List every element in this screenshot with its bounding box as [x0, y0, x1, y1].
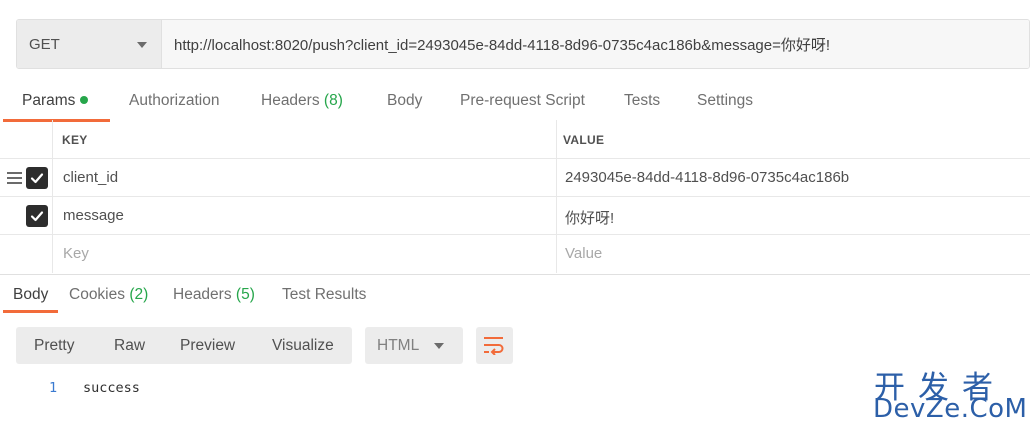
param-value[interactable]: 你好呀! [565, 207, 614, 228]
column-header-value: VALUE [563, 133, 605, 147]
param-checkbox[interactable] [26, 167, 48, 189]
table-row-new: Key Value [0, 235, 1030, 273]
column-divider [556, 159, 557, 196]
tab-response-body-label: Body [13, 286, 49, 303]
raw-button[interactable]: Raw [114, 337, 145, 355]
column-divider [52, 120, 53, 158]
tab-response-headers-count: (5) [235, 286, 255, 303]
tab-headers[interactable]: Headers (8) [261, 92, 343, 110]
tab-body[interactable]: Body [387, 92, 422, 110]
format-select[interactable]: HTML [365, 327, 463, 364]
wrap-button[interactable] [476, 327, 513, 364]
tab-body-label: Body [387, 92, 423, 109]
watermark-bottom: DevZe.CoM [873, 394, 1028, 424]
check-icon [30, 211, 44, 222]
column-divider [556, 235, 557, 273]
tab-params-label: Params [22, 92, 76, 109]
check-icon [30, 173, 44, 184]
column-divider [52, 235, 53, 273]
column-header-key: KEY [62, 133, 88, 147]
method-select[interactable]: GET [17, 20, 162, 68]
tab-test-results-label: Test Results [282, 286, 367, 303]
table-row: client_id 2493045e-84dd-4118-8d96-0735c4… [0, 159, 1030, 197]
line-text: success [83, 380, 140, 396]
preview-button[interactable]: Preview [180, 337, 235, 355]
new-value-input[interactable]: Value [565, 245, 602, 262]
tab-response-body[interactable]: Body [13, 286, 48, 304]
param-key[interactable]: client_id [63, 169, 118, 186]
tab-pre-request-script[interactable]: Pre-request Script [460, 92, 585, 110]
visualize-button[interactable]: Visualize [272, 337, 334, 355]
view-mode-group: Pretty Raw Preview Visualize [16, 327, 352, 364]
tab-cookies-count: (2) [129, 286, 149, 303]
param-key[interactable]: message [63, 207, 124, 224]
params-active-dot [80, 95, 89, 104]
column-divider [556, 120, 557, 158]
tab-pre-request-script-label: Pre-request Script [460, 92, 585, 109]
url-input[interactable]: http://localhost:8020/push?client_id=249… [162, 20, 1029, 68]
tab-settings[interactable]: Settings [697, 92, 753, 110]
tab-settings-label: Settings [697, 92, 754, 109]
wrap-lines-icon [484, 337, 504, 355]
param-checkbox[interactable] [26, 205, 48, 227]
chevron-down-icon [434, 343, 444, 349]
active-tab-indicator [3, 310, 58, 313]
response-tabs: Body Cookies (2) Headers (5) Test Result… [0, 276, 1030, 314]
drag-handle-icon[interactable] [7, 172, 22, 184]
new-key-input[interactable]: Key [63, 245, 89, 262]
tab-headers-count: (8) [323, 92, 343, 109]
tab-cookies-label: Cookies [69, 286, 125, 303]
column-divider [556, 197, 557, 234]
tab-authorization[interactable]: Authorization [129, 92, 219, 110]
chevron-down-icon [137, 42, 147, 48]
divider [0, 274, 1030, 275]
pretty-button[interactable]: Pretty [34, 337, 74, 355]
param-value[interactable]: 2493045e-84dd-4118-8d96-0735c4ac186b [565, 169, 849, 186]
method-label: GET [29, 35, 60, 53]
watermark-logo: 开发者 DevZe.CoM [870, 362, 1030, 430]
column-divider [52, 159, 53, 196]
tab-test-results[interactable]: Test Results [282, 286, 366, 304]
tab-headers-label: Headers [261, 92, 320, 109]
tab-tests[interactable]: Tests [624, 92, 660, 110]
format-label: HTML [377, 337, 420, 354]
tab-cookies[interactable]: Cookies (2) [69, 286, 148, 304]
tab-tests-label: Tests [624, 92, 661, 109]
tab-response-headers[interactable]: Headers (5) [173, 286, 255, 304]
tab-params[interactable]: Params [22, 92, 89, 110]
params-header-row: KEY VALUE [0, 120, 1030, 159]
request-tabs: Params Authorization Headers (8) Body Pr… [0, 84, 1030, 122]
request-bar: GET http://localhost:8020/push?client_id… [16, 19, 1030, 69]
params-table: KEY VALUE client_id 2493045e-84dd-4118-8… [0, 120, 1030, 273]
column-divider [52, 197, 53, 234]
tab-authorization-label: Authorization [129, 92, 220, 109]
table-row: message 你好呀! [0, 197, 1030, 235]
tab-response-headers-label: Headers [173, 286, 232, 303]
line-number: 1 [49, 380, 58, 396]
